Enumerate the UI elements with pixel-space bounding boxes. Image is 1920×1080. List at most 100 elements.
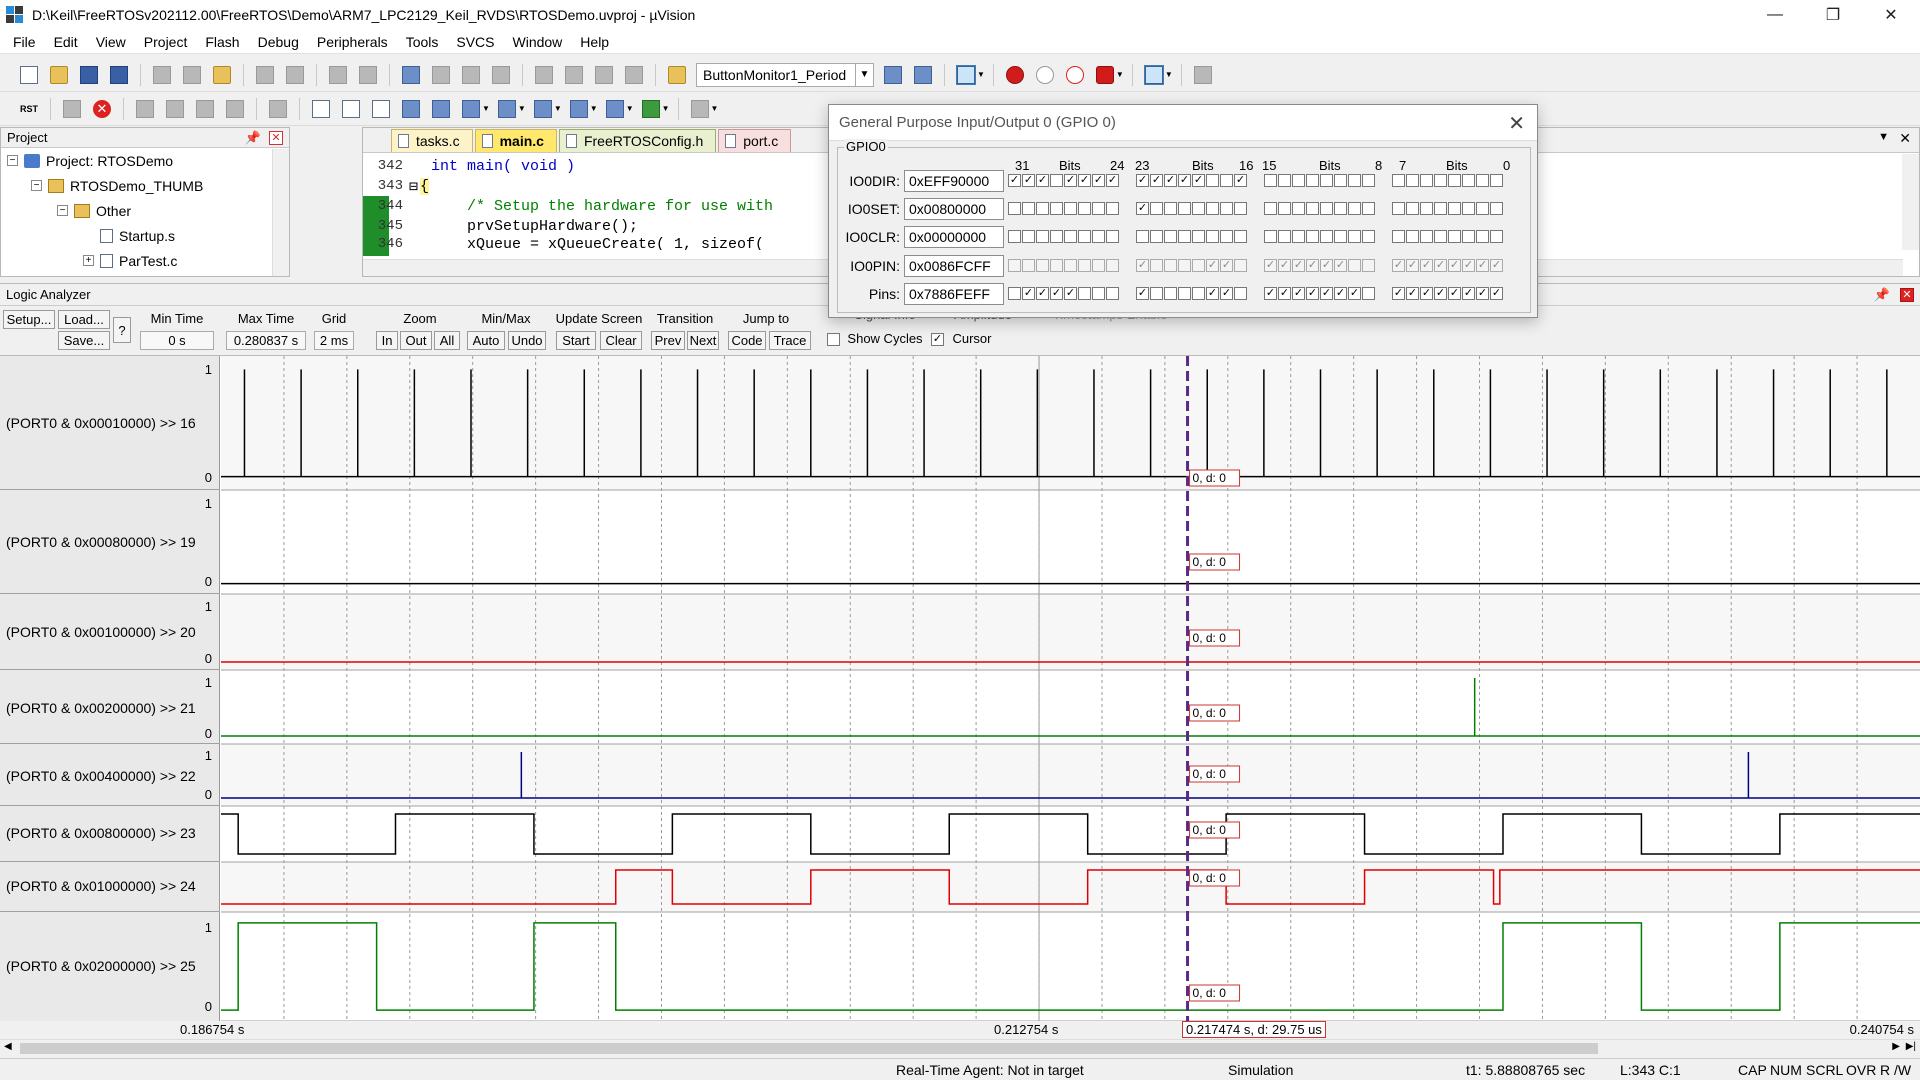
- menu-help[interactable]: Help: [571, 34, 618, 50]
- kill-breakpoints-icon[interactable]: [1095, 65, 1114, 84]
- chevron-down-icon[interactable]: ▼: [662, 104, 670, 113]
- uncomment-icon[interactable]: [625, 65, 643, 84]
- menu-peripherals[interactable]: Peripherals: [308, 34, 397, 50]
- editor-scrollbar[interactable]: [1902, 154, 1919, 250]
- copy-icon[interactable]: [183, 65, 201, 84]
- menu-debug[interactable]: Debug: [249, 34, 308, 50]
- bit-checkbox[interactable]: [1064, 202, 1077, 215]
- bit-checkbox[interactable]: [1150, 287, 1163, 300]
- collapse-icon[interactable]: −: [57, 205, 68, 216]
- window-layout-icon[interactable]: [1143, 64, 1164, 85]
- symbols-window-icon[interactable]: [372, 99, 390, 118]
- help-button[interactable]: ?: [113, 317, 131, 343]
- menu-flash[interactable]: Flash: [196, 34, 248, 50]
- bit-checkbox[interactable]: [1036, 202, 1049, 215]
- bit-checkbox[interactable]: [1008, 287, 1021, 300]
- find-in-files-icon[interactable]: [668, 65, 686, 84]
- step-over-icon[interactable]: [166, 99, 184, 118]
- bit-checkbox[interactable]: ✓: [1234, 174, 1247, 187]
- project-scrollbar[interactable]: [272, 149, 289, 276]
- bit-checkbox[interactable]: [1106, 202, 1119, 215]
- bit-checkbox[interactable]: [1334, 230, 1347, 243]
- menu-view[interactable]: View: [87, 34, 135, 50]
- bit-checkbox[interactable]: [1092, 287, 1105, 300]
- bit-checkbox[interactable]: [1234, 230, 1247, 243]
- zoom-out-button[interactable]: Out: [400, 331, 432, 350]
- bit-checkbox[interactable]: [1136, 230, 1149, 243]
- tab-freertosconfig-h[interactable]: FreeRTOSConfig.h: [558, 129, 717, 152]
- bit-checkbox[interactable]: [1392, 230, 1405, 243]
- bit-checkbox[interactable]: ✓: [1292, 287, 1305, 300]
- watch-windows-icon[interactable]: [462, 99, 480, 118]
- bit-checkbox[interactable]: [1050, 174, 1063, 187]
- collapse-icon[interactable]: −: [7, 155, 18, 166]
- paste-icon[interactable]: [213, 65, 231, 84]
- bit-checkbox[interactable]: [1036, 230, 1049, 243]
- register-value-field[interactable]: 0x7886FEFF: [904, 283, 1004, 305]
- bit-checkbox[interactable]: [1320, 230, 1333, 243]
- bit-checkbox[interactable]: [1420, 202, 1433, 215]
- bit-checkbox[interactable]: [1178, 202, 1191, 215]
- bit-checkbox[interactable]: ✓: [1106, 174, 1119, 187]
- chevron-down-icon[interactable]: ▼: [1116, 70, 1124, 79]
- bit-checkbox[interactable]: ✓: [1092, 174, 1105, 187]
- tree-item-file[interactable]: Startup.s: [100, 223, 175, 248]
- bit-checkbox[interactable]: [1164, 230, 1177, 243]
- bit-checkbox[interactable]: ✓: [1078, 174, 1091, 187]
- bit-checkbox[interactable]: [1264, 230, 1277, 243]
- bit-checkbox[interactable]: ✓: [1220, 287, 1233, 300]
- bit-checkbox[interactable]: [1008, 202, 1021, 215]
- chevron-down-icon[interactable]: ▼: [590, 104, 598, 113]
- new-file-icon[interactable]: [20, 65, 38, 84]
- show-next-statement-icon[interactable]: [269, 99, 287, 118]
- show-cycles-checkbox[interactable]: [827, 333, 840, 346]
- signal-row[interactable]: (PORT0 & 0x02000000) >> 25 1 0: [0, 912, 220, 1021]
- bit-checkbox[interactable]: [1050, 202, 1063, 215]
- bit-checkbox[interactable]: [1050, 230, 1063, 243]
- bit-checkbox[interactable]: ✓: [1420, 287, 1433, 300]
- chevron-down-icon[interactable]: ▼: [1878, 131, 1889, 143]
- bookmark-icon[interactable]: [402, 65, 420, 84]
- bit-checkbox[interactable]: ✓: [1036, 174, 1049, 187]
- bit-checkbox[interactable]: [1476, 202, 1489, 215]
- bit-checkbox[interactable]: ✓: [1264, 287, 1277, 300]
- bit-checkbox[interactable]: [1008, 230, 1021, 243]
- bit-checkbox[interactable]: [1192, 287, 1205, 300]
- comment-icon[interactable]: [595, 65, 613, 84]
- bit-checkbox[interactable]: [1178, 287, 1191, 300]
- bit-checkbox[interactable]: [1206, 202, 1219, 215]
- chevron-down-icon[interactable]: ▼: [626, 104, 634, 113]
- bit-checkbox[interactable]: [1292, 202, 1305, 215]
- bit-checkbox[interactable]: ✓: [1022, 174, 1035, 187]
- close-icon[interactable]: ✕: [269, 130, 283, 145]
- find-combo[interactable]: ButtonMonitor1_Period ▼: [696, 62, 874, 87]
- step-out-icon[interactable]: [196, 99, 214, 118]
- disassembly-window-icon[interactable]: [342, 99, 360, 118]
- bit-checkbox[interactable]: ✓: [1136, 174, 1149, 187]
- signal-row[interactable]: (PORT0 & 0x00080000) >> 19 1 0: [0, 490, 220, 594]
- system-viewer-icon[interactable]: [641, 99, 660, 118]
- incremental-find-icon[interactable]: [914, 65, 932, 84]
- close-icon[interactable]: ✕: [1899, 130, 1911, 147]
- bit-checkbox[interactable]: [1078, 202, 1091, 215]
- indent-icon[interactable]: [535, 65, 553, 84]
- bit-checkbox[interactable]: [1448, 174, 1461, 187]
- find-icon[interactable]: [884, 65, 902, 84]
- registers-window-icon[interactable]: [402, 99, 420, 118]
- code-button[interactable]: Code: [728, 331, 766, 350]
- undo-button[interactable]: Undo: [508, 331, 546, 350]
- open-file-icon[interactable]: [50, 65, 68, 84]
- tree-item-project[interactable]: − Project: RTOSDemo: [7, 148, 173, 173]
- bit-checkbox[interactable]: [1320, 202, 1333, 215]
- bit-checkbox[interactable]: [1392, 202, 1405, 215]
- bit-checkbox[interactable]: [1292, 230, 1305, 243]
- pin-icon[interactable]: 📌: [245, 130, 261, 146]
- chevron-down-icon[interactable]: ▼: [518, 104, 526, 113]
- bit-checkbox[interactable]: [1022, 202, 1035, 215]
- undo-icon[interactable]: [256, 65, 274, 84]
- menu-svcs[interactable]: SVCS: [447, 34, 503, 50]
- bit-checkbox[interactable]: ✓: [1334, 287, 1347, 300]
- bit-checkbox[interactable]: ✓: [1022, 287, 1035, 300]
- bit-checkbox[interactable]: [1362, 202, 1375, 215]
- register-value-field[interactable]: 0x00800000: [904, 198, 1004, 220]
